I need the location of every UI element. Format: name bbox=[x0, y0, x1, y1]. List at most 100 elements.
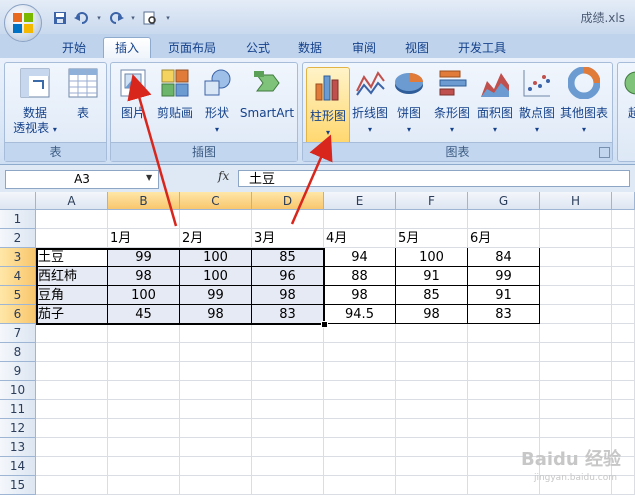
cell[interactable] bbox=[396, 362, 468, 381]
row-header[interactable]: 4 bbox=[0, 267, 36, 286]
cell[interactable] bbox=[540, 362, 612, 381]
cell[interactable] bbox=[108, 381, 180, 400]
cell[interactable] bbox=[324, 438, 396, 457]
tab-page-layout[interactable]: 页面布局 bbox=[161, 38, 223, 58]
cell[interactable] bbox=[612, 400, 635, 419]
tab-review[interactable]: 审阅 bbox=[344, 38, 384, 58]
cell[interactable] bbox=[540, 286, 612, 305]
score-cell[interactable]: 94 bbox=[324, 248, 396, 267]
column-header-a[interactable]: A bbox=[36, 192, 108, 210]
print-preview-icon[interactable] bbox=[142, 10, 158, 26]
cell[interactable] bbox=[396, 419, 468, 438]
cell[interactable] bbox=[324, 457, 396, 476]
cell[interactable] bbox=[252, 381, 324, 400]
cell[interactable] bbox=[252, 476, 324, 495]
hyperlink-button[interactable]: 超 bbox=[622, 67, 635, 121]
pivot-table-button[interactable]: 数据 透视表 ▾ bbox=[9, 67, 61, 136]
cell[interactable] bbox=[540, 343, 612, 362]
shapes-button[interactable]: 形状 ▾ bbox=[199, 67, 235, 136]
undo-dropdown-icon[interactable]: ▾ bbox=[96, 10, 102, 26]
cell[interactable] bbox=[468, 381, 540, 400]
tab-view[interactable]: 视图 bbox=[397, 38, 437, 58]
cell[interactable] bbox=[396, 324, 468, 343]
cell[interactable] bbox=[252, 457, 324, 476]
score-cell[interactable]: 98 bbox=[396, 305, 468, 324]
month-header-cell[interactable]: 5月 bbox=[396, 229, 468, 248]
score-cell[interactable]: 83 bbox=[468, 305, 540, 324]
score-cell[interactable]: 85 bbox=[252, 248, 324, 267]
score-cell[interactable]: 99 bbox=[108, 248, 180, 267]
cell[interactable] bbox=[180, 400, 252, 419]
vegetable-name-cell[interactable]: 豆角 bbox=[36, 286, 108, 305]
score-cell[interactable]: 98 bbox=[252, 286, 324, 305]
row-header[interactable]: 15 bbox=[0, 476, 36, 495]
score-cell[interactable]: 45 bbox=[108, 305, 180, 324]
cell[interactable] bbox=[612, 362, 635, 381]
score-cell[interactable]: 96 bbox=[252, 267, 324, 286]
cell[interactable] bbox=[396, 400, 468, 419]
line-chart-button[interactable]: 折线图 ▾ bbox=[350, 67, 390, 136]
cell[interactable] bbox=[540, 400, 612, 419]
cell[interactable] bbox=[36, 343, 108, 362]
row-header[interactable]: 10 bbox=[0, 381, 36, 400]
cell[interactable] bbox=[612, 419, 635, 438]
cell[interactable] bbox=[324, 210, 396, 229]
cell[interactable] bbox=[36, 229, 108, 248]
score-cell[interactable]: 94.5 bbox=[324, 305, 396, 324]
redo-icon[interactable] bbox=[108, 10, 124, 26]
area-chart-button[interactable]: 面积图 ▾ bbox=[475, 67, 515, 136]
score-cell[interactable]: 91 bbox=[468, 286, 540, 305]
cell[interactable] bbox=[180, 324, 252, 343]
column-header-c[interactable]: C bbox=[180, 192, 252, 210]
month-header-cell[interactable]: 2月 bbox=[180, 229, 252, 248]
cell[interactable] bbox=[108, 210, 180, 229]
score-cell[interactable]: 83 bbox=[252, 305, 324, 324]
cell[interactable] bbox=[252, 400, 324, 419]
save-icon[interactable] bbox=[52, 10, 68, 26]
cell[interactable] bbox=[540, 229, 612, 248]
cell[interactable] bbox=[324, 343, 396, 362]
cell[interactable] bbox=[36, 476, 108, 495]
insert-function-icon[interactable]: fx bbox=[218, 169, 229, 183]
score-cell[interactable]: 100 bbox=[180, 248, 252, 267]
cell[interactable] bbox=[612, 286, 635, 305]
cell[interactable] bbox=[468, 343, 540, 362]
score-cell[interactable]: 91 bbox=[396, 267, 468, 286]
score-cell[interactable]: 100 bbox=[108, 286, 180, 305]
select-all-corner[interactable] bbox=[0, 192, 36, 210]
picture-button[interactable]: 图片 bbox=[115, 67, 151, 121]
cell[interactable] bbox=[180, 381, 252, 400]
vegetable-name-cell[interactable]: 茄子 bbox=[36, 305, 108, 324]
tab-data[interactable]: 数据 bbox=[290, 38, 330, 58]
column-header-h[interactable]: H bbox=[540, 192, 612, 210]
cell[interactable] bbox=[612, 267, 635, 286]
tab-insert[interactable]: 插入 bbox=[103, 37, 151, 59]
cell[interactable] bbox=[180, 362, 252, 381]
row-header[interactable]: 14 bbox=[0, 457, 36, 476]
row-header[interactable]: 6 bbox=[0, 305, 36, 324]
cell[interactable] bbox=[396, 438, 468, 457]
cell[interactable] bbox=[324, 419, 396, 438]
row-header[interactable]: 2 bbox=[0, 229, 36, 248]
score-cell[interactable]: 100 bbox=[180, 267, 252, 286]
cell[interactable] bbox=[468, 210, 540, 229]
redo-dropdown-icon[interactable]: ▾ bbox=[130, 10, 136, 26]
cell[interactable] bbox=[324, 324, 396, 343]
tab-home[interactable]: 开始 bbox=[54, 38, 94, 58]
cell[interactable] bbox=[36, 381, 108, 400]
column-header-e[interactable]: E bbox=[324, 192, 396, 210]
cell[interactable] bbox=[540, 419, 612, 438]
qat-customize-icon[interactable]: ▾ bbox=[164, 10, 172, 26]
tab-developer[interactable]: 开发工具 bbox=[451, 38, 513, 58]
cell[interactable] bbox=[396, 343, 468, 362]
cell[interactable] bbox=[252, 324, 324, 343]
name-box-dropdown-icon[interactable]: ▼ bbox=[146, 173, 152, 182]
cell[interactable] bbox=[252, 343, 324, 362]
cell[interactable] bbox=[180, 210, 252, 229]
cell[interactable] bbox=[36, 324, 108, 343]
column-header-d[interactable]: D bbox=[252, 192, 324, 210]
bar-chart-button[interactable]: 条形图 ▾ bbox=[430, 67, 474, 136]
cell[interactable] bbox=[252, 419, 324, 438]
score-cell[interactable]: 85 bbox=[396, 286, 468, 305]
cell[interactable] bbox=[108, 343, 180, 362]
